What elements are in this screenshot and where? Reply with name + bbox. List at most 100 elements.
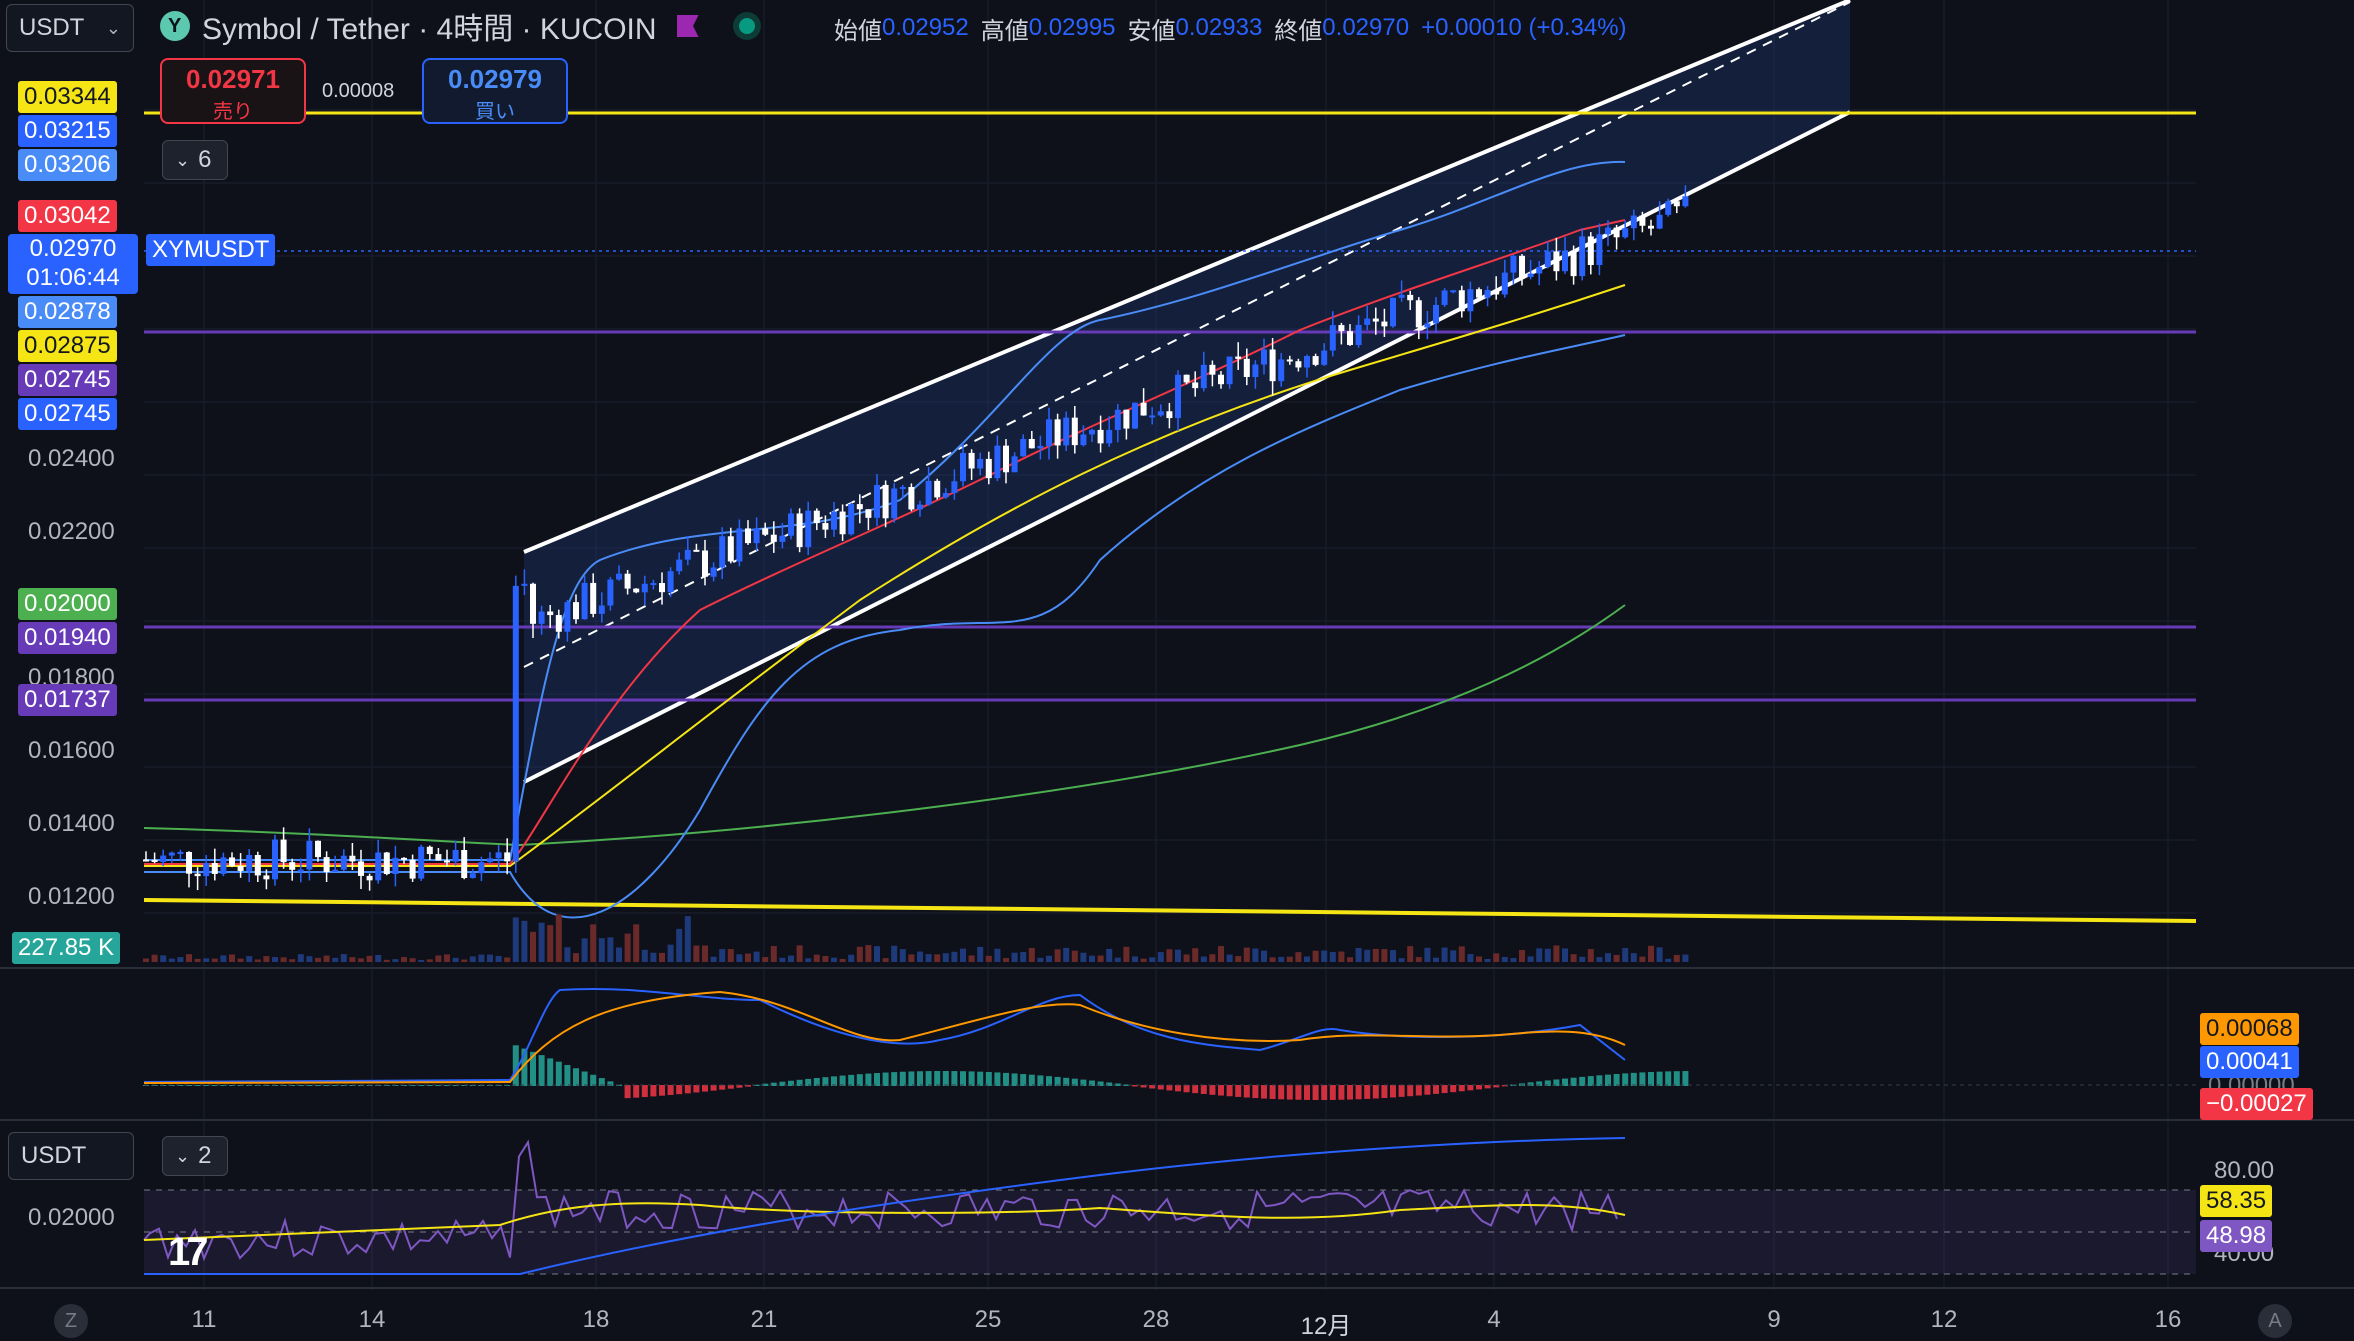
candle-body — [1011, 456, 1018, 473]
volume-bar — [917, 951, 923, 962]
volume-bar — [762, 957, 769, 962]
volume-bar — [315, 957, 321, 962]
rsi-indicators-toggle[interactable]: ⌄ 2 — [162, 1136, 228, 1176]
volume-bar — [1390, 950, 1396, 962]
volume-bar — [229, 954, 235, 962]
timezone-button[interactable]: Z — [54, 1304, 88, 1338]
price-tag-purple-line: 0.02745 — [18, 364, 117, 396]
volume-bar — [856, 946, 863, 962]
candle-body — [151, 859, 158, 862]
volume-bar — [581, 938, 588, 962]
macd-histogram-bar — [1381, 1085, 1388, 1098]
macd-histogram-bar — [1321, 1085, 1328, 1100]
volume-bar — [1329, 951, 1336, 962]
volume-bar — [1527, 956, 1534, 962]
volume-bar — [994, 948, 1001, 962]
volume-bar — [676, 928, 683, 962]
volume-bar — [1682, 954, 1689, 962]
candle-body — [1269, 349, 1276, 382]
macd-histogram-bar — [1390, 1085, 1396, 1098]
candle-body — [504, 852, 511, 862]
volume-bar — [968, 955, 975, 962]
macd-histogram-bar — [1304, 1085, 1310, 1100]
candle-body — [874, 484, 880, 518]
flag-icon[interactable] — [676, 15, 699, 37]
channel-upper-line — [523, 0, 1851, 554]
volume-bar — [1063, 947, 1070, 962]
volume-bar — [263, 956, 270, 962]
macd-histogram-bar — [908, 1071, 915, 1086]
volume-bar — [1278, 956, 1285, 962]
volume-bar — [710, 956, 717, 962]
candle-body — [633, 588, 640, 593]
candle-body — [796, 513, 803, 548]
candle-body — [1355, 324, 1362, 345]
volume-bar — [168, 958, 175, 962]
ohlc-close-value: 0.02970 — [1322, 14, 1410, 41]
volume-bar — [624, 933, 631, 962]
price-tag-channel: 0.02745 — [18, 398, 117, 430]
candle-body — [1235, 356, 1242, 359]
candle-body — [306, 840, 313, 870]
volume-bar — [1587, 949, 1594, 962]
volume-bar — [1372, 948, 1379, 962]
volume-bar — [702, 945, 708, 962]
macd-histogram-bar — [1252, 1085, 1259, 1099]
candle-body — [624, 573, 631, 589]
channel-fill — [524, 0, 1850, 782]
last-price-tag: 0.02970 01:06:44 — [8, 234, 138, 294]
candle-body — [1295, 361, 1302, 368]
candle-body — [246, 854, 253, 871]
rsi-currency-select[interactable]: USDT — [8, 1132, 134, 1180]
volume-bar — [272, 957, 278, 962]
volume-bar — [736, 954, 743, 962]
candle-body — [1450, 290, 1457, 293]
time-tick: 18 — [582, 1306, 610, 1333]
candle-body — [409, 859, 416, 879]
macd-histogram-bar — [564, 1064, 571, 1086]
candle-body — [168, 852, 175, 856]
indicators-toggle[interactable]: ⌄ 6 — [162, 140, 228, 180]
volume-bar — [1355, 947, 1362, 962]
auto-scale-button[interactable]: A — [2258, 1304, 2292, 1338]
volume-bar — [1011, 952, 1018, 962]
candle-body — [469, 873, 476, 879]
candle-body — [1415, 300, 1422, 328]
buy-button[interactable]: 0.02979 買い — [422, 58, 568, 124]
candle-body — [1501, 272, 1508, 295]
volume-bar — [538, 922, 545, 962]
volume-bar — [1622, 948, 1629, 962]
candle-body — [736, 528, 743, 562]
volume-bar — [727, 949, 734, 962]
price-chart-canvas[interactable] — [0, 0, 2354, 1340]
volume-bar — [151, 954, 158, 962]
volume-bar — [1544, 948, 1551, 962]
chart-title[interactable]: Symbol / Tether · 4時間 · KUCOIN — [202, 4, 657, 48]
candle-body — [1407, 294, 1414, 301]
candle-body — [1570, 250, 1577, 277]
volume-bar — [280, 957, 287, 962]
volume-bar — [478, 954, 485, 962]
macd-histogram-bar — [899, 1071, 906, 1086]
currency-select[interactable]: USDT ⌄ — [6, 4, 134, 52]
volume-bar — [512, 917, 519, 962]
macd-histogram-bar — [1149, 1085, 1156, 1089]
price-tag-ma-yellow: 0.02875 — [18, 330, 117, 362]
candle-body — [237, 865, 244, 871]
candle-body — [1140, 402, 1147, 416]
volume-bar — [1364, 949, 1371, 962]
candle-body — [1665, 201, 1672, 215]
macd-histogram-bar — [934, 1071, 941, 1086]
volume-bar — [211, 958, 218, 962]
sell-button[interactable]: 0.02971 売り — [160, 58, 306, 124]
macd-histogram-bar — [1458, 1085, 1465, 1092]
candle-body — [1519, 255, 1525, 278]
candle-body — [1605, 227, 1611, 235]
candle-body — [1097, 429, 1104, 444]
volume-bar — [1630, 953, 1637, 962]
macd-histogram-bar — [891, 1072, 898, 1086]
volume-bar — [1493, 953, 1500, 962]
macd-histogram-bar — [1648, 1071, 1654, 1086]
volume-bar — [426, 959, 433, 962]
candle-body — [160, 855, 167, 862]
